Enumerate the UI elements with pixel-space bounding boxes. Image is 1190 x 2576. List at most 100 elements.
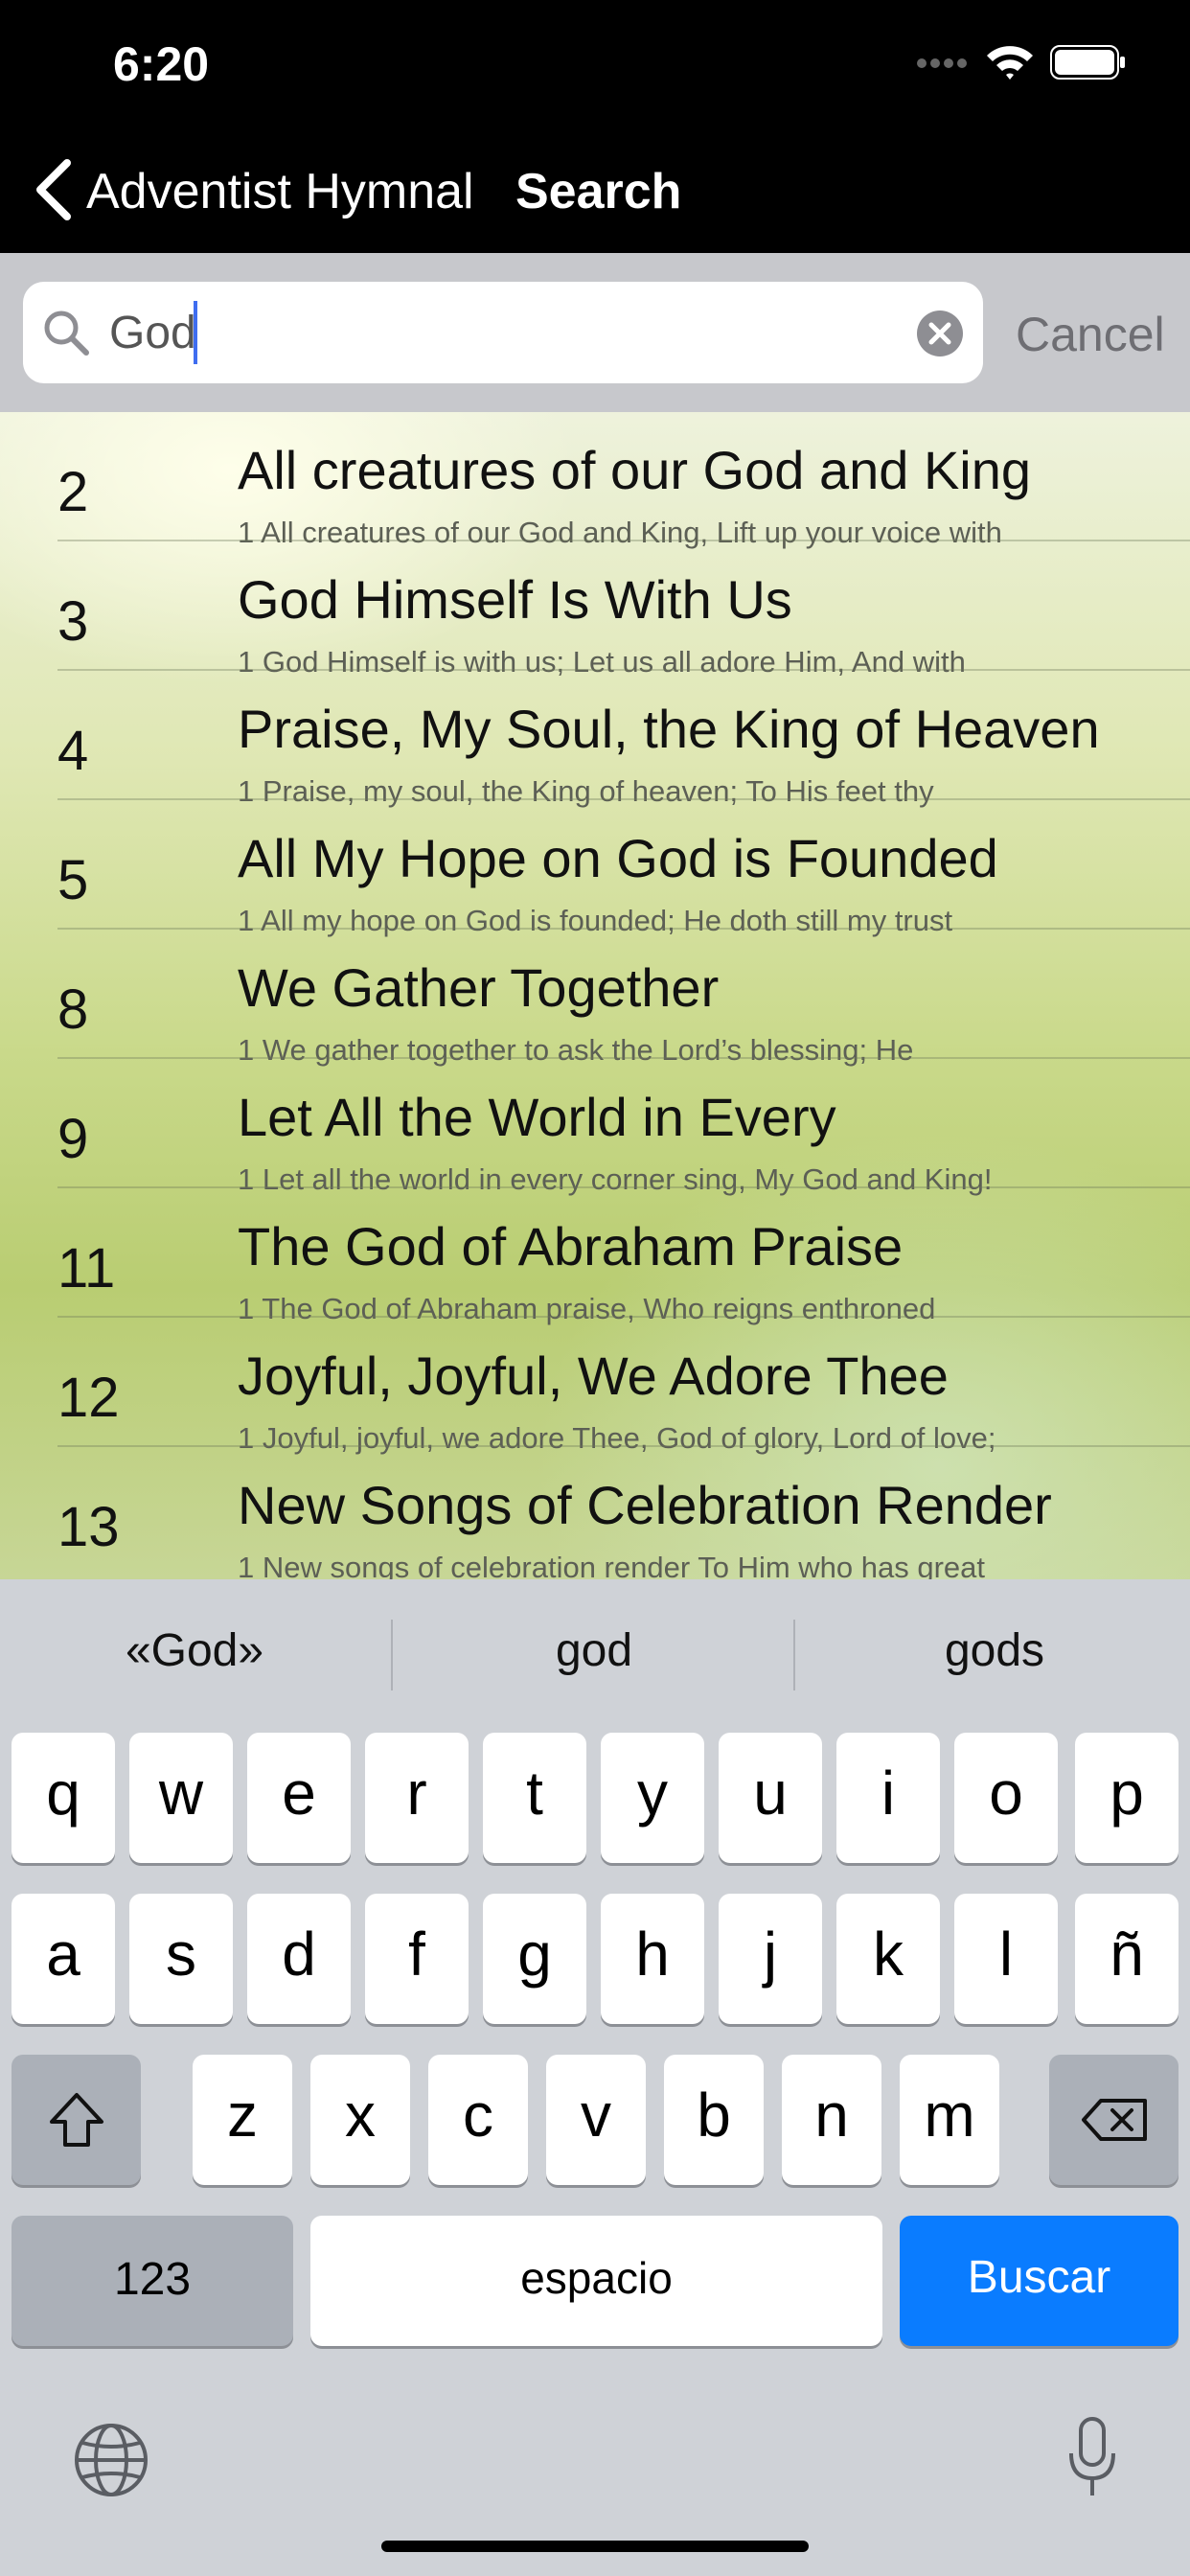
key-f[interactable]: f [365,1894,469,2024]
key-label: p [1110,1759,1144,1828]
shift-icon [49,2093,103,2147]
space-key[interactable]: espacio [310,2216,882,2346]
hymn-title: We Gather Together [238,957,720,1018]
list-item[interactable]: 9 Let All the World in Every 1 Let all t… [0,1059,1190,1196]
cancel-button[interactable]: Cancel [1016,307,1165,362]
clear-icon[interactable] [916,310,964,357]
home-indicator [381,2541,809,2552]
hymn-number: 2 [57,461,89,523]
key-label: m [924,2081,975,2150]
key-label: b [697,2081,731,2150]
shift-key[interactable] [11,2055,141,2185]
search-icon [44,310,89,356]
key-label: a [46,1920,80,1989]
hymn-number: 11 [57,1237,116,1300]
key-c[interactable]: c [428,2055,528,2185]
key-t[interactable]: t [483,1733,586,1863]
globe-icon[interactable] [73,2422,149,2498]
key-label: Buscar [967,2252,1111,2303]
suggestion-2[interactable]: god [450,1624,738,1677]
key-o[interactable]: o [954,1733,1058,1863]
results-list: 2 All creatures of our God and King 1 Al… [0,412,1190,1579]
key-n[interactable]: n [782,2055,881,2185]
key-label: 123 [113,2254,192,2305]
hymn-title: God Himself Is With Us [238,569,792,630]
key-label: z [227,2081,258,2150]
key-label: t [526,1759,543,1828]
key-label: d [282,1920,316,1989]
search-return-key[interactable]: Buscar [900,2216,1179,2346]
hymn-number: 3 [57,590,89,653]
numbers-key[interactable]: 123 [11,2216,293,2346]
key-p[interactable]: p [1075,1733,1179,1863]
key-label: ñ [1110,1920,1144,1989]
key-s[interactable]: s [129,1894,233,2024]
list-item[interactable]: 2 All creatures of our God and King 1 Al… [0,412,1190,549]
key-g[interactable]: g [483,1894,586,2024]
hymn-title: New Songs of Celebration Render [238,1475,1052,1535]
hymn-title: Praise, My Soul, the King of Heaven [238,699,1100,759]
key-label: espacio [520,2253,673,2303]
page-title: Search [515,164,682,219]
key-d[interactable]: d [247,1894,351,2024]
key-u[interactable]: u [719,1733,822,1863]
key-b[interactable]: b [664,2055,764,2185]
key-label: r [406,1759,427,1828]
key-l[interactable]: l [954,1894,1058,2024]
suggestion-divider [793,1620,795,1690]
key-label: l [998,1920,1014,1989]
key-v[interactable]: v [546,2055,646,2185]
signal-icon [917,58,967,68]
key-i[interactable]: i [836,1733,940,1863]
microphone-icon[interactable] [1065,2415,1119,2501]
delete-key[interactable] [1049,2055,1179,2185]
list-item[interactable]: 12 Joyful, Joyful, We Adore Thee 1 Joyfu… [0,1318,1190,1455]
key-a[interactable]: a [11,1894,115,2024]
list-item[interactable]: 13 New Songs of Celebration Render 1 New… [0,1447,1190,1579]
wifi-icon [987,46,1033,80]
back-button[interactable]: Adventist Hymnal [86,163,474,220]
key-k[interactable]: k [836,1894,940,2024]
key-z[interactable]: z [193,2055,292,2185]
key-r[interactable]: r [365,1733,469,1863]
key-h[interactable]: h [601,1894,704,2024]
list-item[interactable]: 5 All My Hope on God is Founded 1 All my… [0,800,1190,937]
key-n-tilde[interactable]: ñ [1075,1894,1179,2024]
hymn-number: 8 [57,978,89,1041]
key-label: w [158,1759,204,1828]
key-j[interactable]: j [719,1894,822,2024]
key-label: o [989,1759,1023,1828]
key-q[interactable]: q [11,1733,115,1863]
key-m[interactable]: m [900,2055,999,2185]
suggestion-1[interactable]: «God» [51,1624,338,1677]
list-item[interactable]: 11 The God of Abraham Praise 1 The God o… [0,1188,1190,1325]
key-label: j [763,1920,778,1989]
text-cursor [194,301,197,364]
hymn-number: 12 [57,1367,120,1429]
key-label: u [753,1759,788,1828]
hymn-title: Let All the World in Every [238,1087,836,1147]
status-bar: 6:20 [0,0,1190,126]
list-item[interactable]: 4 Praise, My Soul, the King of Heaven 1 … [0,671,1190,808]
key-y[interactable]: y [601,1733,704,1863]
key-label: g [517,1920,552,1989]
battery-icon [1050,45,1125,80]
hymn-number: 5 [57,849,89,911]
hymn-title: Joyful, Joyful, We Adore Thee [238,1346,949,1406]
key-label: k [873,1920,904,1989]
suggestion-3[interactable]: gods [851,1624,1138,1677]
hymn-number: 4 [57,720,89,782]
key-w[interactable]: w [129,1733,233,1863]
suggestion-divider [391,1620,393,1690]
key-label: s [166,1920,196,1989]
key-e[interactable]: e [247,1733,351,1863]
list-item[interactable]: 3 God Himself Is With Us 1 God Himself i… [0,541,1190,678]
key-label: n [814,2081,849,2150]
list-item[interactable]: 8 We Gather Together 1 We gather togethe… [0,930,1190,1067]
key-x[interactable]: x [310,2055,410,2185]
search-input-value[interactable]: God [109,307,196,359]
hymn-number: 13 [57,1496,120,1558]
key-label: e [282,1759,316,1828]
key-label: x [345,2081,376,2150]
back-chevron-icon[interactable] [33,159,75,220]
